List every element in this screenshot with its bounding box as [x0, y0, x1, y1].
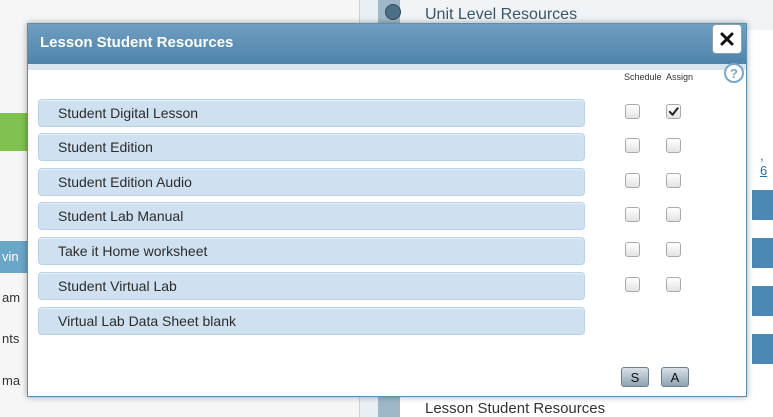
- resource-row[interactable]: Take it Home worksheet: [38, 237, 585, 265]
- resource-label: Take it Home worksheet: [58, 243, 208, 259]
- resource-label: Student Edition: [58, 139, 153, 155]
- modal-subheader-bar: [28, 64, 746, 70]
- modal-title: Lesson Student Resources: [40, 34, 234, 51]
- resource-label: Student Lab Manual: [58, 208, 184, 224]
- resource-row[interactable]: Student Digital Lesson: [38, 99, 585, 127]
- resource-label: Student Digital Lesson: [58, 105, 199, 121]
- background-text-fragment: am: [2, 290, 21, 305]
- background-info-icon: [385, 4, 401, 20]
- schedule-checkbox[interactable]: [625, 104, 640, 119]
- schedule-checkbox[interactable]: [625, 207, 640, 222]
- background-text-fragment: ma: [2, 373, 21, 388]
- background-right-bar: [752, 334, 773, 364]
- resource-label: Virtual Lab Data Sheet blank: [58, 313, 236, 329]
- assign-checkbox[interactable]: [666, 207, 681, 222]
- background-right-bar: [752, 190, 773, 220]
- resource-row[interactable]: Student Edition Audio: [38, 168, 585, 196]
- schedule-column-header: Schedule: [624, 72, 662, 82]
- assign-checkbox[interactable]: [666, 242, 681, 257]
- background-text-fragment: nts: [2, 331, 20, 346]
- schedule-checkbox[interactable]: [625, 138, 640, 153]
- resource-label: Student Edition Audio: [58, 174, 192, 190]
- assign-checkbox[interactable]: [666, 173, 681, 188]
- background-right-link[interactable]: , 6: [760, 148, 773, 178]
- resource-row[interactable]: Virtual Lab Data Sheet blank: [38, 307, 585, 335]
- close-button[interactable]: [712, 24, 742, 54]
- lesson-resources-modal: Lesson Student Resources Schedule Assign…: [27, 23, 747, 397]
- assign-checkbox[interactable]: [666, 138, 681, 153]
- help-icon[interactable]: ?: [724, 63, 744, 83]
- resource-row[interactable]: Student Lab Manual: [38, 202, 585, 230]
- close-icon: [720, 32, 734, 46]
- background-text-fragment: vin: [2, 249, 19, 264]
- resource-label: Student Virtual Lab: [58, 278, 177, 294]
- background-right-bar: [752, 238, 773, 268]
- schedule-checkbox[interactable]: [625, 242, 640, 257]
- resource-row[interactable]: Student Edition: [38, 133, 585, 161]
- schedule-checkbox[interactable]: [625, 277, 640, 292]
- schedule-selected-button[interactable]: S: [621, 367, 649, 387]
- assign-column-header: Assign: [666, 72, 694, 82]
- schedule-checkbox[interactable]: [625, 173, 640, 188]
- assign-checkbox[interactable]: [666, 277, 681, 292]
- modal-header: Lesson Student Resources: [28, 24, 746, 64]
- background-right-footer: Lesson Student Resources: [425, 400, 606, 417]
- background-right-bar: [752, 286, 773, 316]
- resource-row[interactable]: Student Virtual Lab: [38, 272, 585, 300]
- assign-selected-button[interactable]: A: [661, 367, 689, 387]
- assign-checkbox[interactable]: [666, 104, 681, 119]
- background-right-title: Unit Level Resources: [425, 6, 578, 23]
